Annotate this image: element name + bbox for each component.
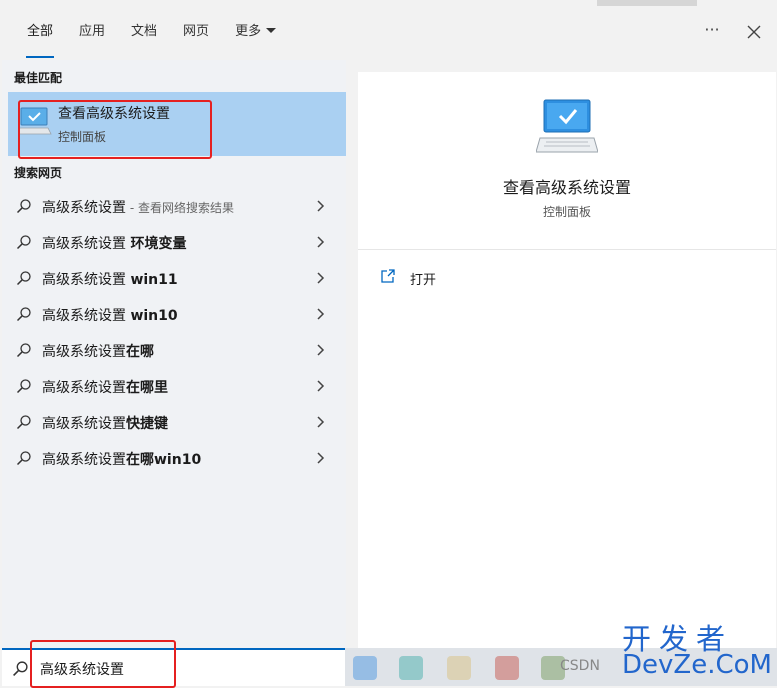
chevron-right-icon: [317, 452, 325, 464]
search-icon: [16, 415, 31, 430]
tab-documents[interactable]: 文档: [118, 0, 170, 60]
web-result-item[interactable]: 高级系统设置快捷键: [8, 404, 346, 440]
filter-tabs: 全部 应用 文档 网页 更多: [14, 0, 289, 60]
web-result-item[interactable]: 高级系统设置 - 查看网络搜索结果: [8, 188, 346, 224]
web-result-label: 高级系统设置 - 查看网络搜索结果: [42, 200, 234, 216]
web-result-label: 高级系统设置在哪里: [42, 380, 168, 396]
search-icon: [16, 271, 31, 286]
web-result-label: 高级系统设置 环境变量: [42, 236, 187, 252]
ellipsis-icon: ···: [704, 20, 720, 39]
web-result-label: 高级系统设置 win11: [42, 272, 178, 288]
best-match-item[interactable]: 查看高级系统设置 控制面板: [8, 92, 346, 156]
web-result-label: 高级系统设置在哪win10: [42, 452, 202, 468]
search-icon: [16, 199, 31, 214]
web-result-item[interactable]: 高级系统设置 环境变量: [8, 224, 346, 260]
taskbar-app-icon[interactable]: [447, 656, 471, 680]
search-icon: [13, 661, 28, 676]
search-icon: [16, 235, 31, 250]
detail-title: 查看高级系统设置: [502, 178, 631, 197]
tab-web[interactable]: 网页: [170, 0, 222, 60]
search-icon: [16, 451, 31, 466]
web-result-item[interactable]: 高级系统设置 win10: [8, 296, 346, 332]
best-match-title: 查看高级系统设置: [58, 106, 170, 122]
top-bar: 全部 应用 文档 网页 更多 ···: [0, 0, 777, 60]
watermark: 开发者 CSDN DevZe.CoM: [560, 616, 777, 686]
close-icon: [747, 25, 761, 39]
search-icon: [16, 379, 31, 394]
detail-subtitle: 控制面板: [542, 205, 591, 219]
search-box[interactable]: [2, 648, 345, 686]
search-icon: [16, 343, 31, 358]
web-search-heading: 搜索网页: [14, 166, 63, 180]
best-match-subtitle: 控制面板: [58, 130, 107, 144]
web-result-label: 高级系统设置在哪: [42, 344, 154, 360]
tab-more[interactable]: 更多: [222, 0, 289, 60]
web-result-label: 高级系统设置 win10: [42, 308, 178, 324]
divider: [358, 249, 776, 250]
detail-pane: 查看高级系统设置 控制面板 打开: [358, 72, 776, 648]
chevron-right-icon: [317, 308, 325, 320]
web-result-item[interactable]: 高级系统设置 win11: [8, 260, 346, 296]
chevron-right-icon: [317, 236, 325, 248]
chevron-right-icon: [317, 416, 325, 428]
tab-all[interactable]: 全部: [14, 0, 66, 60]
monitor-check-icon: [18, 107, 52, 135]
chevron-right-icon: [317, 380, 325, 392]
open-action-label: 打开: [410, 273, 437, 288]
search-input[interactable]: [40, 658, 240, 680]
watermark-en: DevZe.CoM: [622, 650, 772, 680]
results-pane: 最佳匹配 查看高级系统设置 控制面板 搜索网页 高级系统设置 - 查看网络搜索结…: [2, 60, 346, 648]
chevron-right-icon: [317, 200, 325, 212]
more-options-button[interactable]: ···: [700, 20, 724, 44]
watermark-csdn: CSDN: [560, 658, 600, 674]
taskbar-app-icon[interactable]: [353, 656, 377, 680]
chevron-down-icon: [266, 28, 277, 33]
close-button[interactable]: [742, 20, 766, 44]
best-match-heading: 最佳匹配: [14, 71, 63, 85]
web-result-label: 高级系统设置快捷键: [42, 416, 168, 432]
web-result-item[interactable]: 高级系统设置在哪: [8, 332, 346, 368]
monitor-check-icon: [536, 99, 598, 153]
tab-apps[interactable]: 应用: [66, 0, 118, 60]
web-result-item[interactable]: 高级系统设置在哪win10: [8, 440, 346, 476]
taskbar-app-icon[interactable]: [495, 656, 519, 680]
background-window-strip: [597, 0, 697, 6]
web-result-item[interactable]: 高级系统设置在哪里: [8, 368, 346, 404]
chevron-right-icon: [317, 344, 325, 356]
open-external-icon: [381, 269, 395, 283]
search-icon: [16, 307, 31, 322]
taskbar-app-icon[interactable]: [399, 656, 423, 680]
chevron-right-icon: [317, 272, 325, 284]
